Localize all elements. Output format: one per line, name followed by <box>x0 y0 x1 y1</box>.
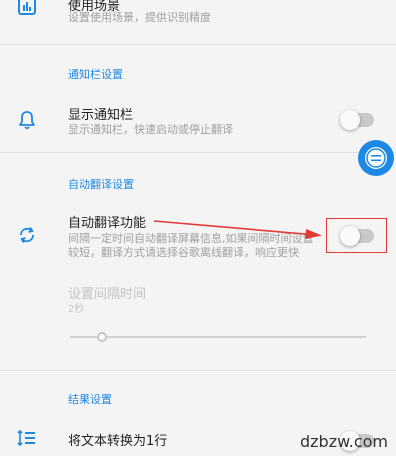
interval-value: 2秒 <box>68 304 85 315</box>
setting-auto-translate-summary-line2: 较短，翻译方式请选择谷歌离线翻译，响应更快 <box>68 246 299 259</box>
bar-chart-icon <box>18 0 36 15</box>
annotation-highlight-box <box>326 218 387 253</box>
setting-show-notification[interactable]: 显示通知栏 显示通知栏，快速启动或停止翻译 <box>0 92 396 150</box>
setting-scene-summary: 设置使用场景，提供识别精度 <box>68 11 211 24</box>
interval-slider-thumb[interactable] <box>97 332 107 342</box>
bell-icon <box>19 111 35 130</box>
divider <box>0 370 396 371</box>
divider <box>0 152 396 153</box>
section-header-result: 结果设置 <box>68 393 112 406</box>
floating-menu-button[interactable] <box>356 138 396 178</box>
setting-show-notification-summary: 显示通知栏，快速启动或停止翻译 <box>68 123 233 136</box>
setting-single-line-title: 将文本转换为1行 <box>68 434 168 449</box>
notification-toggle[interactable] <box>340 110 374 130</box>
setting-show-notification-title: 显示通知栏 <box>68 108 134 123</box>
watermark: dzbzw.com <box>300 432 388 451</box>
setting-auto-translate-title: 自动翻译功能 <box>68 216 147 231</box>
interval-slider-track[interactable] <box>70 336 366 338</box>
annotation-arrow <box>153 220 322 239</box>
toggle-thumb <box>340 110 360 130</box>
text-lines-icon <box>17 429 35 447</box>
setting-scene[interactable]: 使用场景 设置使用场景，提供识别精度 <box>0 0 396 44</box>
section-header-auto-translate: 自动翻译设置 <box>68 178 134 191</box>
divider <box>0 44 396 45</box>
section-header-notification: 通知栏设置 <box>68 68 123 81</box>
menu-lines-icon <box>371 155 381 157</box>
sync-icon <box>20 226 34 244</box>
